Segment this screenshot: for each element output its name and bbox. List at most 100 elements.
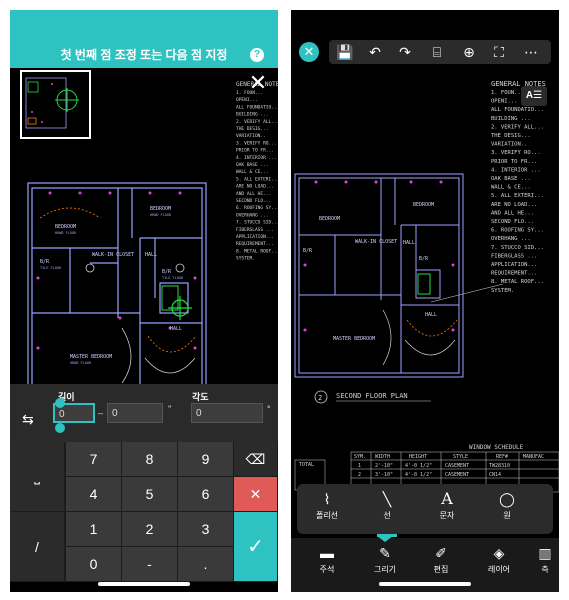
floor-note: HRWD FLOOR bbox=[70, 361, 92, 365]
length-extra-input[interactable]: 0 bbox=[107, 403, 163, 423]
note-line: AND ALL HE... bbox=[236, 191, 271, 197]
note-line: 7. STUCCO SID... bbox=[236, 220, 278, 226]
note-line: 1. FOUN... bbox=[491, 90, 524, 96]
room-label: BEDROOM bbox=[150, 206, 171, 212]
room-label: WALK-IN CLOSET bbox=[355, 239, 397, 245]
schedule-cell: 4'-0 1/2" bbox=[405, 463, 432, 469]
close-icon[interactable]: ✕ bbox=[248, 72, 268, 94]
key-dot[interactable]: . bbox=[178, 547, 234, 582]
note-line: SECOND FLO... bbox=[491, 219, 534, 225]
tool-text[interactable]: A 문자 bbox=[427, 488, 467, 532]
key-3[interactable]: 3 bbox=[178, 512, 234, 547]
room-label: HALL bbox=[425, 312, 437, 318]
key-5[interactable]: 5 bbox=[122, 477, 178, 512]
zoom-icon[interactable]: ⊕ bbox=[459, 42, 479, 62]
nav-measure[interactable]: ▥ 측 bbox=[531, 542, 559, 575]
note-line: ARE NO LOAD... bbox=[236, 184, 274, 190]
note-line: SYSTEM. bbox=[236, 256, 255, 262]
note-line: REQUIREMENT... bbox=[491, 271, 537, 277]
note-line: APPLICATION... bbox=[236, 234, 274, 240]
cancel-key-icon[interactable]: ✕ bbox=[234, 477, 278, 512]
room-label: MASTER BEDROOM bbox=[333, 336, 375, 342]
tool-line[interactable]: ╲ 선 bbox=[367, 488, 407, 537]
note-line: OPENI... bbox=[491, 99, 518, 105]
note-line: 4. INTERIOR ... bbox=[236, 155, 277, 161]
key-1[interactable]: 1 bbox=[66, 512, 122, 547]
drawing-canvas-right[interactable]: BEDROOM BEDROOM WALK-IN CLOSET HALL B/R … bbox=[291, 70, 559, 495]
space-key[interactable]: ⎵ bbox=[10, 442, 65, 512]
minimap[interactable] bbox=[20, 70, 91, 139]
note-line: 5. ALL EXTERI... bbox=[236, 176, 278, 182]
tool-circle[interactable]: ◯ 원 bbox=[487, 488, 527, 532]
nav-edit[interactable]: ✐ 편집 bbox=[421, 542, 461, 575]
angle-label: 각도 bbox=[192, 392, 209, 402]
note-line: SECOND FLO... bbox=[236, 198, 271, 204]
room-label: BEDROOM bbox=[413, 202, 434, 208]
more-icon[interactable]: ⋯ bbox=[521, 42, 541, 62]
degree-unit: ° bbox=[267, 404, 271, 414]
help-icon[interactable]: ? bbox=[250, 48, 264, 62]
close-icon[interactable]: ✕ bbox=[299, 42, 319, 62]
redo-icon[interactable]: ↷ bbox=[395, 42, 415, 62]
tool-polyline[interactable]: ⌇ 폴리선 bbox=[307, 488, 347, 532]
note-line: 3. VERIFY RO... bbox=[491, 150, 541, 156]
note-line: REQUIREMENT... bbox=[236, 241, 274, 247]
key-8[interactable]: 8 bbox=[122, 442, 178, 477]
angle-input[interactable]: 0 bbox=[191, 403, 263, 423]
fullscreen-icon[interactable]: ⛶ bbox=[489, 42, 509, 62]
note-line: 7. STUCCO SID... bbox=[491, 245, 544, 251]
save-icon[interactable]: 💾 bbox=[335, 42, 355, 62]
key-9[interactable]: 9 bbox=[178, 442, 234, 477]
window-schedule-title: WINDOW SCHEDULE bbox=[469, 444, 524, 451]
key-0[interactable]: 0 bbox=[66, 547, 122, 582]
note-line: THE DESIG... bbox=[236, 126, 269, 132]
schedule-cell: CN14 bbox=[489, 472, 501, 478]
note-line: VARIATION.. bbox=[491, 142, 527, 148]
dimension-input-bar: 길이 각도 ⇆ 0 – 0 '' 0 ° bbox=[10, 384, 278, 442]
text-style-icon[interactable]: A☰ bbox=[521, 86, 547, 106]
nav-layer[interactable]: ◈ 레이어 bbox=[479, 542, 519, 575]
edit-icon: ✐ bbox=[435, 545, 447, 561]
note-line: OAK BASE ... bbox=[236, 162, 269, 168]
schedule-cell: 2 bbox=[358, 472, 361, 478]
key-minus[interactable]: - bbox=[122, 547, 178, 582]
note-line: APPLICATION... bbox=[491, 262, 537, 268]
note-line: ALL FOUNDATIO... bbox=[236, 104, 278, 110]
note-line: 5. ALL EXTERI... bbox=[491, 193, 544, 199]
polyline-icon: ⌇ bbox=[323, 491, 331, 507]
note-line: 6. ROOFING SY... bbox=[491, 228, 544, 234]
note-line: BUILDING ... bbox=[236, 112, 269, 118]
note-line: SYSTEM. bbox=[491, 288, 514, 294]
tool-label: 문자 bbox=[439, 511, 455, 520]
point-prompt-header: 첫 번째 점 조정 또는 다음 점 지정 ? bbox=[10, 10, 278, 68]
nav-draw[interactable]: ✎ 그리기 bbox=[365, 542, 405, 575]
schedule-header: REF# bbox=[496, 454, 508, 460]
tool-label: 폴리선 bbox=[315, 511, 339, 520]
schedule-header: MANUFAC bbox=[523, 454, 544, 460]
schedule-cell: CASEMENT bbox=[445, 463, 469, 469]
note-line: PRIOR TO FR... bbox=[491, 159, 537, 165]
key-7[interactable]: 7 bbox=[66, 442, 122, 477]
note-line: VARIATION.. bbox=[236, 133, 266, 139]
home-indicator bbox=[98, 582, 190, 586]
select-icon[interactable]: ⌸ bbox=[427, 42, 447, 62]
confirm-check-icon[interactable]: ✓ bbox=[234, 512, 278, 582]
cursor-handle-bottom[interactable] bbox=[55, 423, 65, 433]
plan-title: SECOND FLOOR PLAN bbox=[336, 392, 408, 400]
key-2[interactable]: 2 bbox=[122, 512, 178, 547]
room-label: BEDROOM bbox=[55, 224, 76, 230]
layers-icon: ◈ bbox=[493, 545, 505, 561]
length-separator: – bbox=[98, 408, 104, 418]
key-6[interactable]: 6 bbox=[178, 477, 234, 512]
swap-arrows-icon[interactable]: ⇆ bbox=[22, 411, 34, 428]
undo-icon[interactable]: ↶ bbox=[365, 42, 385, 62]
schedule-cell: 2'-10" bbox=[375, 463, 393, 469]
slash-key[interactable]: / bbox=[10, 512, 65, 582]
circle-icon: ◯ bbox=[499, 491, 515, 507]
numeric-keypad: ⎵ / 7 8 9 4 5 6 1 2 3 0 - . ⌫ ✕ ✓ bbox=[10, 442, 278, 582]
cursor-handle-top[interactable] bbox=[55, 398, 65, 408]
nav-annotation[interactable]: ▬ 주석 bbox=[307, 542, 347, 575]
key-4[interactable]: 4 bbox=[66, 477, 122, 512]
room-label: BEDROOM bbox=[319, 216, 340, 222]
backspace-icon[interactable]: ⌫ bbox=[234, 442, 278, 477]
